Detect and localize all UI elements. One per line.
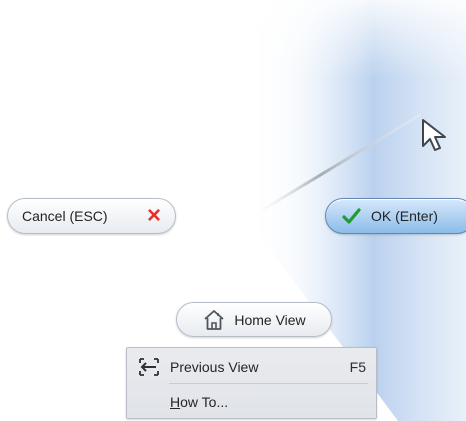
- how-to-access-key: H: [170, 393, 181, 410]
- view-context-menu: Previous View F5 How To...: [126, 347, 377, 419]
- mouse-pointer-icon: [422, 119, 446, 151]
- how-to-label: How To...: [170, 394, 228, 410]
- how-to-label-rest: ow To...: [180, 393, 229, 410]
- viewport-canvas[interactable]: Cancel (ESC) × OK (Enter) Home View Prev…: [0, 0, 466, 421]
- previous-view-icon: [135, 355, 163, 379]
- ok-button[interactable]: OK (Enter): [325, 198, 466, 234]
- previous-view-label: Previous View: [170, 358, 259, 375]
- home-view-label: Home View: [234, 311, 306, 328]
- home-icon: [204, 309, 224, 330]
- ok-label: OK (Enter): [371, 208, 438, 224]
- check-icon: [342, 207, 361, 224]
- previous-view-shortcut: F5: [349, 358, 366, 375]
- home-view-button[interactable]: Home View: [176, 302, 332, 337]
- close-icon: ×: [146, 202, 161, 229]
- cancel-label: Cancel (ESC): [22, 208, 108, 224]
- cancel-button[interactable]: Cancel (ESC) ×: [7, 198, 176, 234]
- menu-item-how-to[interactable]: How To...: [127, 384, 376, 419]
- menu-item-previous-view[interactable]: Previous View F5: [127, 349, 376, 384]
